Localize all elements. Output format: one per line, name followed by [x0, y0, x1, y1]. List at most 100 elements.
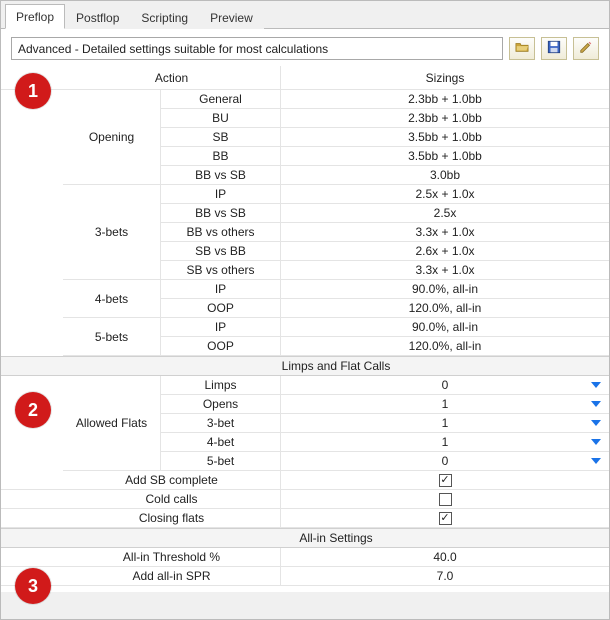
sizing-value[interactable]: 2.5x + 1.0x: [281, 185, 609, 203]
check-label: Add SB complete: [63, 471, 281, 489]
flats-sub: 3-bet: [161, 414, 281, 432]
checkbox[interactable]: ✓: [439, 512, 452, 525]
sizing-sub: IP: [161, 318, 281, 336]
flats-row: 4-bet1: [161, 433, 609, 452]
group-5-bets: 5-betsIP90.0%, all-inOOP120.0%, all-in: [1, 318, 609, 356]
group-allowed-flats: Allowed FlatsLimps0Opens13-bet14-bet15-b…: [1, 376, 609, 471]
sizing-row: BB3.5bb + 1.0bb: [161, 147, 609, 166]
preflop-panel: Action Sizings OpeningGeneral2.3bb + 1.0…: [1, 66, 609, 592]
check-label: Closing flats: [63, 509, 281, 527]
allin-value[interactable]: 40.0: [281, 548, 609, 566]
sizing-sub: IP: [161, 185, 281, 203]
sizing-sub: SB vs others: [161, 261, 281, 279]
dropdown-icon: [591, 380, 601, 390]
header-sizings: Sizings: [281, 66, 609, 89]
group-label: 5-bets: [63, 318, 161, 356]
check-row: Cold calls: [1, 490, 609, 509]
flats-value[interactable]: 0: [281, 452, 609, 470]
sizing-value[interactable]: 120.0%, all-in: [281, 337, 609, 355]
group-3-bets: 3-betsIP2.5x + 1.0xBB vs SB2.5xBB vs oth…: [1, 185, 609, 280]
flats-value[interactable]: 0: [281, 376, 609, 394]
sizing-value[interactable]: 3.5bb + 1.0bb: [281, 128, 609, 146]
sizing-row: BB vs SB2.5x: [161, 204, 609, 223]
profile-select-value: Advanced - Detailed settings suitable fo…: [18, 42, 328, 56]
sizing-row: SB vs BB2.6x + 1.0x: [161, 242, 609, 261]
group-label: 3-bets: [63, 185, 161, 280]
allin-row: All-in Threshold %40.0: [1, 548, 609, 567]
dropdown-icon: [591, 399, 601, 409]
sizing-row: General2.3bb + 1.0bb: [161, 90, 609, 109]
tab-scripting[interactable]: Scripting: [130, 5, 199, 29]
sizing-value[interactable]: 120.0%, all-in: [281, 299, 609, 317]
sizing-value[interactable]: 2.3bb + 1.0bb: [281, 109, 609, 127]
sizing-row: IP90.0%, all-in: [161, 280, 609, 299]
profile-select[interactable]: Advanced - Detailed settings suitable fo…: [11, 37, 503, 60]
group-label: 4-bets: [63, 280, 161, 318]
sizing-row: BU2.3bb + 1.0bb: [161, 109, 609, 128]
checkbox[interactable]: [439, 493, 452, 506]
tab-postflop[interactable]: Postflop: [65, 5, 130, 29]
group-label: Allowed Flats: [63, 376, 161, 471]
check-row: Add SB complete ✓: [1, 471, 609, 490]
sizing-value[interactable]: 3.3x + 1.0x: [281, 223, 609, 241]
sizing-value[interactable]: 2.5x: [281, 204, 609, 222]
sizing-value[interactable]: 2.6x + 1.0x: [281, 242, 609, 260]
flats-sub: Opens: [161, 395, 281, 413]
tab-preview[interactable]: Preview: [199, 5, 264, 29]
flats-sub: Limps: [161, 376, 281, 394]
header-row: Action Sizings: [1, 66, 609, 90]
allin-value[interactable]: 7.0: [281, 567, 609, 585]
section-allin-banner: All-in Settings: [1, 528, 609, 548]
allin-label: Add all-in SPR: [63, 567, 281, 585]
flats-sub: 5-bet: [161, 452, 281, 470]
sizing-row: BB vs SB3.0bb: [161, 166, 609, 185]
sizing-sub: BB vs others: [161, 223, 281, 241]
sizing-sub: SB vs BB: [161, 242, 281, 260]
sizing-sub: BU: [161, 109, 281, 127]
flats-row: 3-bet1: [161, 414, 609, 433]
group-label: Opening: [63, 90, 161, 185]
flats-row: Limps0: [161, 376, 609, 395]
sizing-sub: BB vs SB: [161, 166, 281, 184]
sizing-value[interactable]: 3.0bb: [281, 166, 609, 184]
flats-value[interactable]: 1: [281, 433, 609, 451]
sizing-row: BB vs others3.3x + 1.0x: [161, 223, 609, 242]
group-opening: OpeningGeneral2.3bb + 1.0bbBU2.3bb + 1.0…: [1, 90, 609, 185]
flats-row: Opens1: [161, 395, 609, 414]
checkbox[interactable]: ✓: [439, 474, 452, 487]
flats-sub: 4-bet: [161, 433, 281, 451]
edit-pencil-icon: [579, 40, 593, 57]
allin-label: All-in Threshold %: [63, 548, 281, 566]
tab-bar: Preflop Postflop Scripting Preview: [1, 1, 609, 29]
folder-open-icon: [515, 40, 529, 57]
flats-row: 5-bet0: [161, 452, 609, 471]
save-profile-button[interactable]: [541, 37, 567, 60]
sizing-value[interactable]: 90.0%, all-in: [281, 318, 609, 336]
sizing-row: IP2.5x + 1.0x: [161, 185, 609, 204]
sizing-sub: General: [161, 90, 281, 108]
profile-toolbar: Advanced - Detailed settings suitable fo…: [1, 29, 609, 66]
sizing-value[interactable]: 2.3bb + 1.0bb: [281, 90, 609, 108]
sizing-row: OOP120.0%, all-in: [161, 299, 609, 318]
flats-value[interactable]: 1: [281, 395, 609, 413]
group-4-bets: 4-betsIP90.0%, all-inOOP120.0%, all-in: [1, 280, 609, 318]
tab-preflop[interactable]: Preflop: [5, 4, 65, 29]
edit-profile-button[interactable]: [573, 37, 599, 60]
sizing-sub: OOP: [161, 299, 281, 317]
sizing-value[interactable]: 90.0%, all-in: [281, 280, 609, 298]
sizing-sub: BB vs SB: [161, 204, 281, 222]
save-disk-icon: [547, 40, 561, 57]
sizing-row: IP90.0%, all-in: [161, 318, 609, 337]
sizing-sub: BB: [161, 147, 281, 165]
section-limps-banner: Limps and Flat Calls: [1, 356, 609, 376]
badge-1: 1: [15, 73, 51, 109]
badge-2: 2: [15, 392, 51, 428]
flats-value[interactable]: 1: [281, 414, 609, 432]
open-profile-button[interactable]: [509, 37, 535, 60]
allin-row: Add all-in SPR7.0: [1, 567, 609, 586]
sizing-value[interactable]: 3.5bb + 1.0bb: [281, 147, 609, 165]
check-row: Closing flats ✓: [1, 509, 609, 528]
check-label: Cold calls: [63, 490, 281, 508]
sizing-value[interactable]: 3.3x + 1.0x: [281, 261, 609, 279]
sizing-row: OOP120.0%, all-in: [161, 337, 609, 356]
